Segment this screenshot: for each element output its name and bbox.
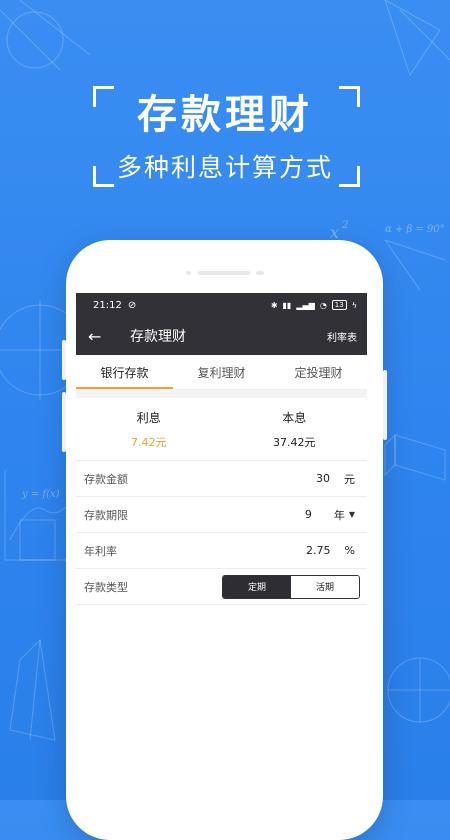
alarm-off-icon: ⊘	[127, 299, 137, 311]
promo-headline: 存款理财	[137, 92, 313, 138]
type-demand-option[interactable]: 活期	[291, 575, 359, 598]
function-formula: y = f(x)	[21, 489, 60, 500]
deposit-type-row: 存款类型 定期 活期	[76, 568, 367, 604]
tab-bank-deposit[interactable]: 银行存款	[76, 355, 173, 389]
principal-label: 本息	[282, 410, 307, 425]
phone-power-button	[383, 370, 387, 440]
promo-subline: 多种利息计算方式	[116, 153, 333, 182]
phone-side-button	[62, 392, 66, 452]
app-bar: ← 存款理财 利率表	[76, 317, 367, 355]
section-divider	[76, 390, 367, 398]
rate-row[interactable]: 年利率 2.75 %	[76, 532, 367, 568]
wifi-icon: ◔	[319, 300, 327, 310]
angle-formula: α + β = 90°	[385, 224, 445, 235]
signal-icon: ▂▄▆	[296, 300, 315, 310]
period-label: 存款期限	[84, 508, 128, 522]
status-time: 21:12	[93, 299, 122, 311]
interest-value: 7.42元	[131, 435, 167, 449]
amount-input[interactable]: 30	[316, 472, 330, 485]
back-arrow-icon[interactable]: ←	[88, 327, 108, 346]
amount-row[interactable]: 存款金额 30 元	[76, 460, 367, 496]
charging-icon: ϟ	[351, 300, 357, 310]
chevron-down-icon[interactable]: ▼	[349, 510, 355, 519]
tab-bar: 银行存款 复利理财 定投理财	[76, 355, 367, 390]
tab-compound-interest[interactable]: 复利理财	[173, 355, 270, 389]
page-title: 存款理财	[130, 329, 186, 345]
interest-label: 利息	[136, 410, 161, 425]
principal-value: 37.42元	[273, 435, 316, 449]
amount-unit: 元	[344, 472, 355, 486]
period-input[interactable]: 9	[305, 508, 312, 521]
phone-side-button	[62, 340, 66, 380]
type-fixed-option[interactable]: 定期	[223, 575, 291, 598]
period-row[interactable]: 存款期限 9 年 ▼	[76, 496, 367, 532]
deposit-type-toggle[interactable]: 定期 活期	[222, 574, 360, 599]
principal-summary: 本息 37.42元	[222, 398, 368, 460]
proximity-sensor	[256, 271, 264, 275]
interest-summary: 利息 7.42元	[76, 398, 222, 460]
tab-fixed-investment[interactable]: 定投理财	[270, 355, 367, 389]
x-squared-exponent: 2	[341, 220, 348, 231]
period-unit-select[interactable]: 年	[334, 507, 345, 523]
status-bar: 21:12 ⊘ ✱ ▮▮ ▂▄▆ ◔ 13 ϟ	[76, 293, 367, 317]
rate-table-button[interactable]: 利率表	[327, 329, 357, 344]
bluetooth-icon: ✱	[270, 300, 278, 310]
hd-signal-icon: ▮▮	[282, 300, 292, 310]
battery-icon: 13	[331, 300, 347, 310]
amount-label: 存款金额	[84, 472, 128, 486]
earpiece-speaker	[198, 271, 250, 275]
result-summary: 利息 7.42元 本息 37.42元	[76, 398, 367, 460]
deposit-type-label: 存款类型	[84, 580, 128, 594]
rate-unit: %	[344, 544, 355, 557]
app-screen: 21:12 ⊘ ✱ ▮▮ ▂▄▆ ◔ 13 ϟ ← 存款理财 利率表 银行存款 …	[76, 293, 367, 800]
rate-input[interactable]: 2.75	[306, 544, 331, 557]
rate-label: 年利率	[84, 544, 117, 558]
form-bottom-divider	[76, 604, 367, 605]
front-camera	[186, 271, 191, 275]
